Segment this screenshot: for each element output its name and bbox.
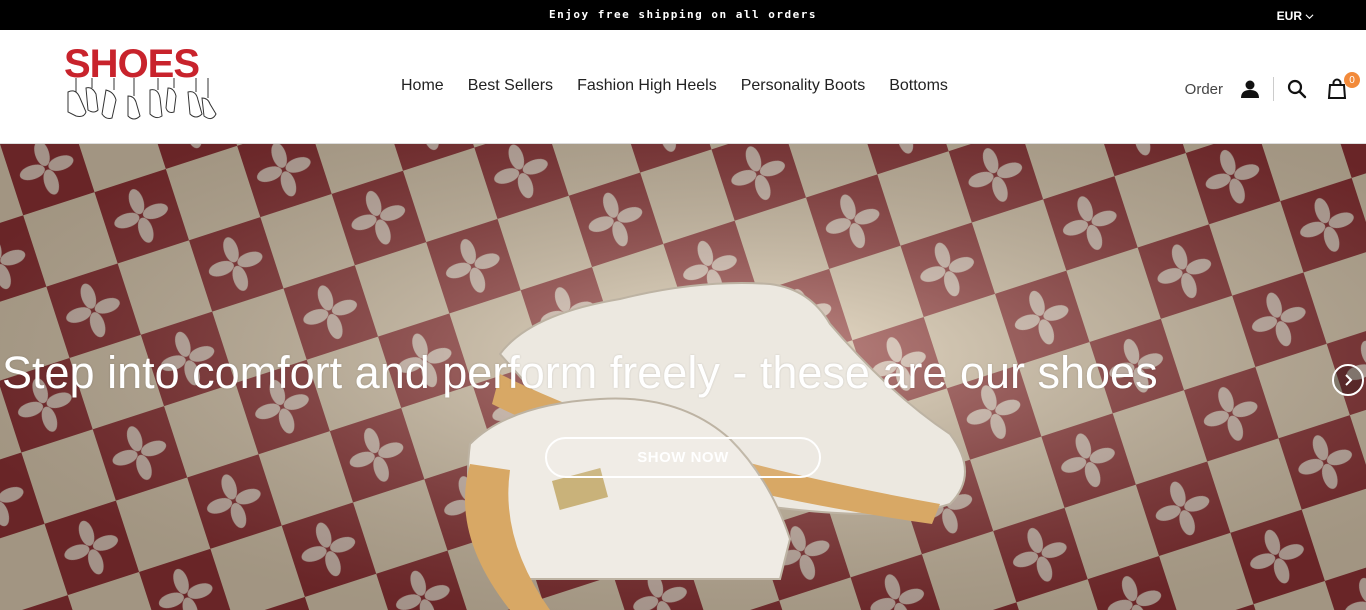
currency-label: EUR xyxy=(1276,9,1302,23)
announcement-bar: Enjoy free shipping on all orders EUR xyxy=(0,0,1366,30)
hanging-shoes-illustration xyxy=(67,78,217,120)
order-link[interactable]: Order xyxy=(1185,81,1223,98)
hero-banner: Step into comfort and perform freely - t… xyxy=(0,144,1366,610)
cart-count-badge: 0 xyxy=(1344,72,1360,88)
nav-item-personality-boots[interactable]: Personality Boots xyxy=(741,77,866,95)
search-button[interactable] xyxy=(1286,78,1308,100)
search-icon xyxy=(1287,79,1307,99)
hero-title: Step into comfort and perform freely - t… xyxy=(2,347,1158,398)
chevron-right-icon xyxy=(1345,374,1353,386)
user-icon xyxy=(1241,80,1259,98)
nav-item-bottoms[interactable]: Bottoms xyxy=(889,77,948,95)
main-nav: Home Best Sellers Fashion High Heels Per… xyxy=(401,77,948,95)
nav-item-best-sellers[interactable]: Best Sellers xyxy=(468,77,553,95)
chevron-down-icon xyxy=(1305,13,1314,19)
announcement-text: Enjoy free shipping on all orders xyxy=(548,8,818,21)
nav-item-fashion-high-heels[interactable]: Fashion High Heels xyxy=(577,77,717,95)
cart-button[interactable]: 0 xyxy=(1326,72,1360,100)
currency-selector[interactable]: EUR xyxy=(1277,9,1314,23)
header-divider xyxy=(1273,77,1274,101)
slide-next-button[interactable] xyxy=(1332,364,1364,396)
nav-item-home[interactable]: Home xyxy=(401,77,444,95)
header-actions: Order 0 xyxy=(1185,72,1360,104)
account-button[interactable] xyxy=(1239,78,1261,100)
show-now-button[interactable]: SHOW NOW xyxy=(545,437,821,478)
site-header: SHOES Home Best Sellers Fashion High Hee… xyxy=(0,30,1366,144)
site-logo[interactable]: SHOES xyxy=(62,42,222,128)
